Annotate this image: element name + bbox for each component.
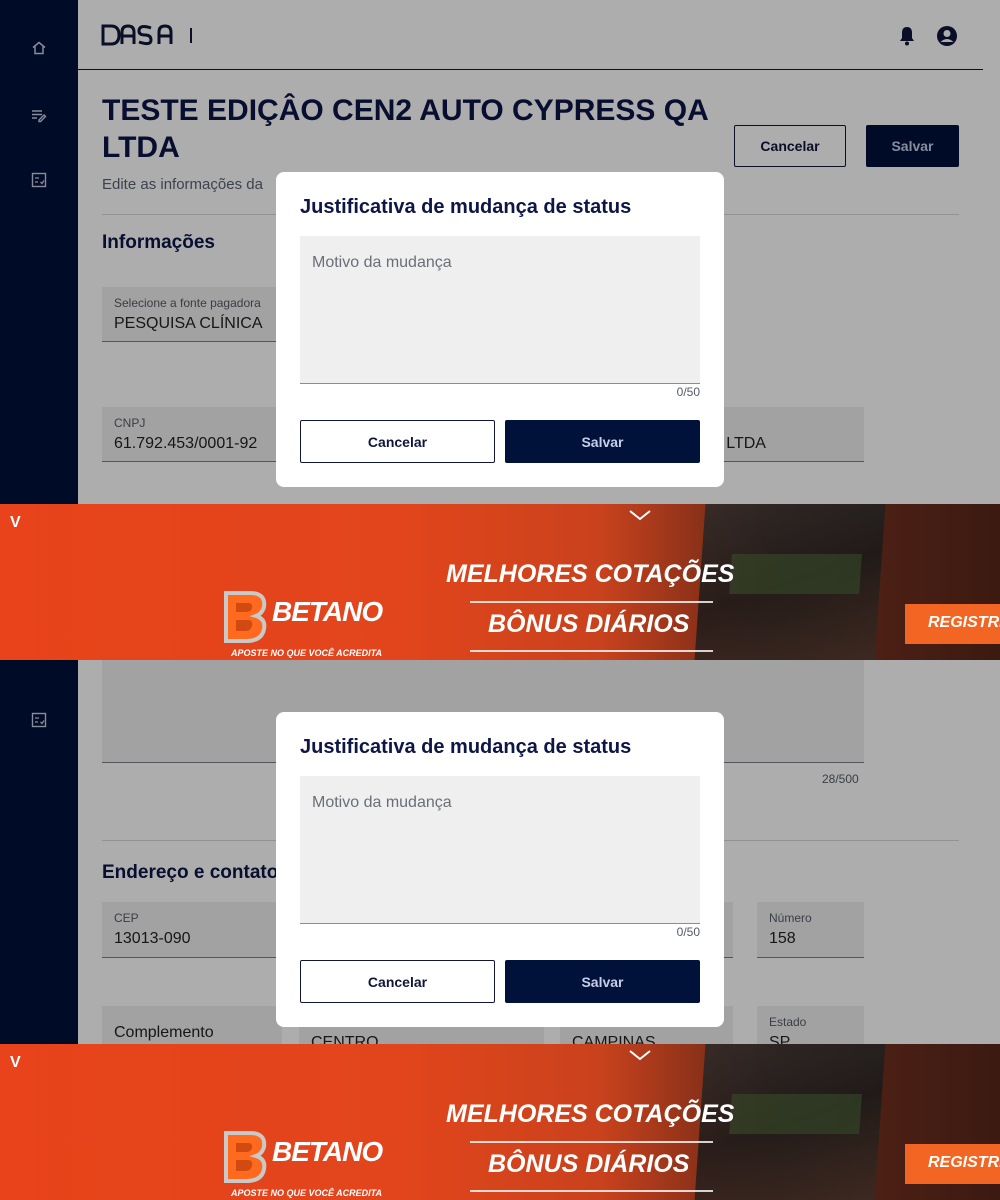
app-panel-bottom: 28/500 Endereço e contato CEP 13013-090 … xyxy=(0,660,1000,1044)
status-justification-modal: Justificativa de mudança de status 0/50 … xyxy=(276,172,724,487)
ad-corner-mark: V xyxy=(10,514,21,531)
ad-brand: BETANO xyxy=(272,596,383,627)
status-justification-modal: Justificativa de mudança de status 0/50 … xyxy=(276,712,724,1027)
chevron-down-icon[interactable] xyxy=(627,508,653,524)
modal-title: Justificativa de mudança de status xyxy=(300,736,632,758)
ad-register-button[interactable]: REGISTRE xyxy=(905,604,1000,644)
betano-ad-banner[interactable]: V BETANO APOSTE NO QUE VOCÊ ACREDITA MEL… xyxy=(0,504,1000,660)
ad-tagline: APOSTE NO QUE VOCÊ ACREDITA xyxy=(231,648,383,658)
reason-textarea[interactable] xyxy=(300,776,700,924)
char-counter: 0/50 xyxy=(676,925,700,939)
ad-rule xyxy=(470,1190,713,1192)
char-counter: 0/50 xyxy=(676,385,700,399)
modal-save-button[interactable]: Salvar xyxy=(505,960,700,1003)
reason-textarea[interactable] xyxy=(300,236,700,384)
ad-headline-1: MELHORES COTAÇÕES xyxy=(446,1100,735,1128)
ad-register-button[interactable]: REGISTRE xyxy=(905,1144,1000,1184)
modal-cancel-button[interactable]: Cancelar xyxy=(300,960,495,1003)
modal-title: Justificativa de mudança de status xyxy=(300,196,632,218)
ad-headline-2: BÔNUS DIÁRIOS xyxy=(488,1150,690,1178)
ad-headline-1: MELHORES COTAÇÕES xyxy=(446,560,735,588)
ad-corner-mark: V xyxy=(10,1054,21,1071)
app-panel-top: TESTE EDIÇÂO CEN2 AUTO CYPRESS QA LTDA E… xyxy=(0,0,1000,504)
chevron-down-icon[interactable] xyxy=(627,1048,653,1064)
betano-logo-icon xyxy=(224,1131,267,1183)
betano-logo-icon xyxy=(224,591,267,643)
modal-cancel-button[interactable]: Cancelar xyxy=(300,420,495,463)
ad-rule xyxy=(470,601,713,603)
ad-headline-2: BÔNUS DIÁRIOS xyxy=(488,610,690,638)
betano-ad-banner[interactable]: V BETANO APOSTE NO QUE VOCÊ ACREDITA MEL… xyxy=(0,1044,1000,1200)
ad-brand: BETANO xyxy=(272,1136,383,1167)
ad-tagline: APOSTE NO QUE VOCÊ ACREDITA xyxy=(231,1188,383,1198)
ad-rule xyxy=(470,1141,713,1143)
ad-rule xyxy=(470,650,713,652)
modal-save-button[interactable]: Salvar xyxy=(505,420,700,463)
